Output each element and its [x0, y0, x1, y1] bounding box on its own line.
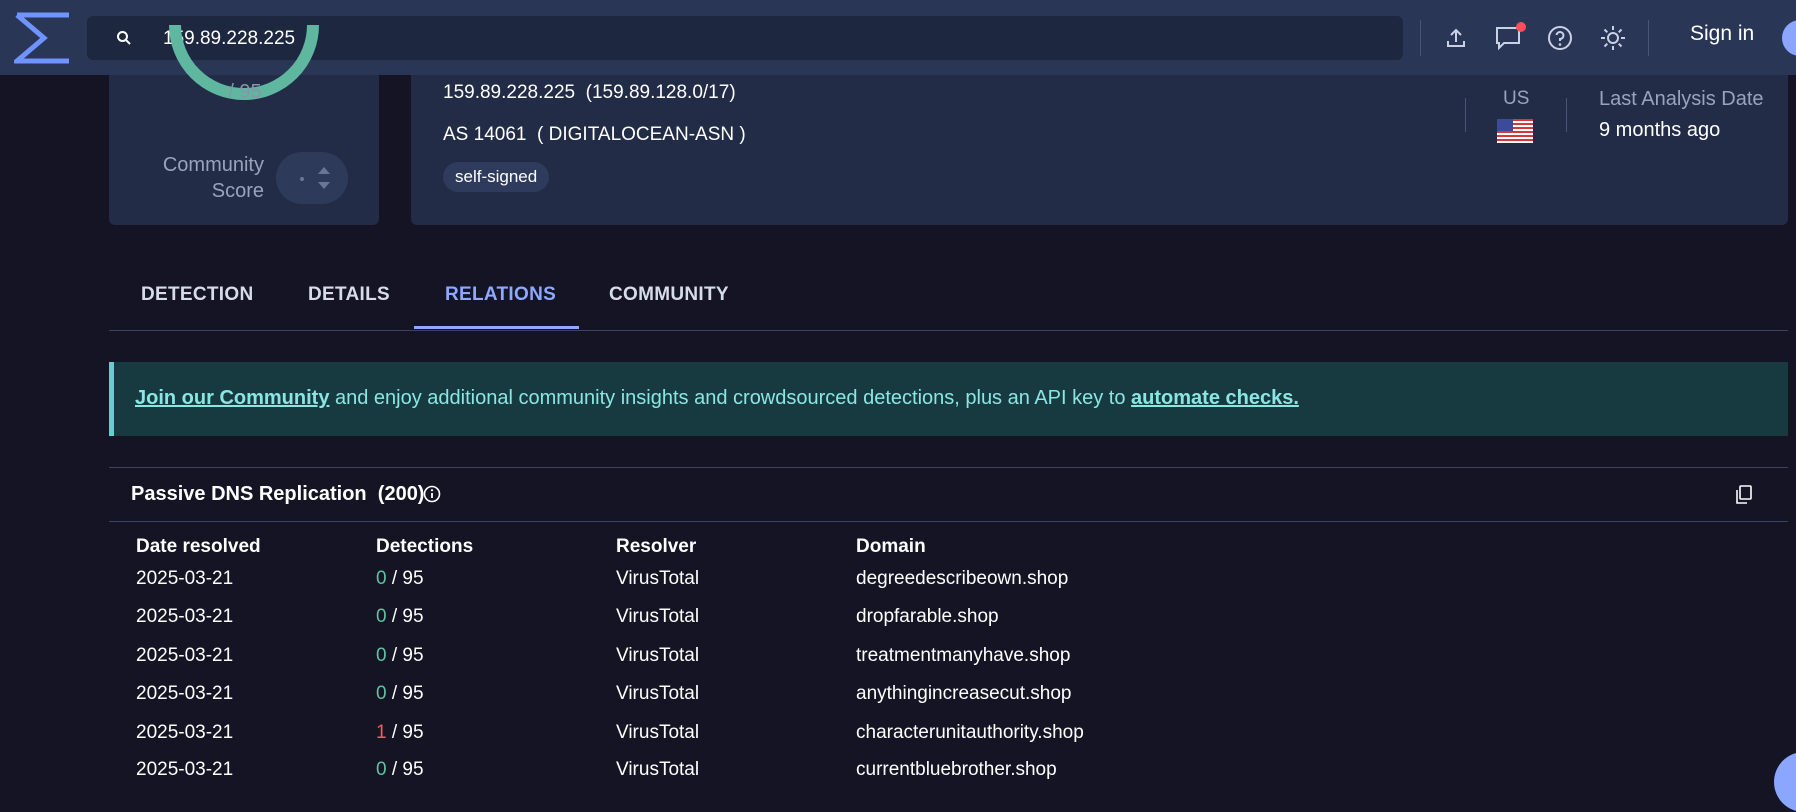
section-divider [109, 467, 1788, 468]
as-name: ( DIGITALOCEAN-ASN ) [537, 124, 746, 145]
country-code: US [1503, 88, 1530, 109]
info-icon[interactable] [423, 485, 441, 503]
theme-toggle[interactable] [1597, 20, 1629, 56]
resolver-cell: VirusTotal [616, 645, 700, 666]
automate-checks-link[interactable]: automate checks. [1131, 387, 1299, 409]
resolver-cell: VirusTotal [616, 683, 700, 704]
active-tab-indicator [414, 326, 579, 329]
banner-text: Join our Community and enjoy additional … [135, 387, 1299, 410]
ip-address-line: 159.89.228.225 (159.89.128.0/17) [443, 82, 736, 104]
ip-network[interactable]: (159.89.128.0/17) [586, 82, 736, 103]
detections-cell: 0 / 95 [376, 683, 424, 705]
passive-dns-title: Passive DNS Replication (200) [131, 483, 424, 506]
tab-bar: DETECTION DETAILS RELATIONS COMMUNITY [109, 270, 1788, 331]
column-header-resolver[interactable]: Resolver [616, 536, 696, 558]
user-avatar[interactable] [1782, 20, 1796, 56]
detection-count: 0 [376, 568, 387, 589]
detection-total: / 95 [386, 759, 424, 780]
detection-total: / 95 [386, 645, 424, 666]
tab-relations[interactable]: RELATIONS [445, 284, 556, 306]
date-cell: 2025-03-21 [136, 722, 234, 743]
score-denominator: / 95 [228, 81, 262, 103]
domain-link[interactable]: currentbluebrother.shop [856, 759, 1057, 781]
join-community-link[interactable]: Join our Community [135, 387, 329, 409]
us-flag-icon [1497, 119, 1533, 143]
passive-dns-title-text: Passive DNS Replication [131, 483, 367, 505]
info-divider [1465, 98, 1466, 132]
domain-link[interactable]: dropfarable.shop [856, 606, 999, 628]
info-divider [1566, 98, 1567, 132]
detections-cell: 1 / 95 [376, 722, 424, 744]
detection-count: 1 [376, 722, 387, 743]
community-score-label: Community Score [162, 154, 264, 202]
date-cell: 2025-03-21 [136, 645, 234, 666]
community-banner: Join our Community and enjoy additional … [109, 362, 1788, 436]
table-row: 2025-03-21 0 / 95 VirusTotal anythinginc… [0, 683, 1796, 721]
tab-detection[interactable]: DETECTION [141, 284, 253, 306]
search-input[interactable] [161, 16, 1365, 62]
domain-link[interactable]: treatmentmanyhave.shop [856, 645, 1070, 667]
toolbar-divider [1420, 20, 1421, 56]
detections-cell: 0 / 95 [376, 645, 424, 667]
table-row: 2025-03-21 0 / 95 VirusTotal dropfarable… [0, 606, 1796, 644]
tab-details[interactable]: DETAILS [308, 284, 390, 306]
as-line: AS 14061 ( DIGITALOCEAN-ASN ) [443, 124, 746, 146]
resolver-cell: VirusTotal [616, 606, 700, 627]
date-cell: 2025-03-21 [136, 568, 234, 589]
last-analysis-label: Last Analysis Date [1599, 88, 1764, 110]
column-header-detections[interactable]: Detections [376, 536, 473, 558]
date-cell: 2025-03-21 [136, 683, 234, 704]
resolver-cell: VirusTotal [616, 568, 700, 589]
last-analysis-value: 9 months ago [1599, 119, 1721, 141]
tag-self-signed[interactable]: self-signed [443, 162, 550, 192]
column-header-date[interactable]: Date resolved [136, 536, 261, 558]
column-header-domain[interactable]: Domain [856, 536, 926, 558]
detection-count: 0 [376, 759, 387, 780]
vote-dot [300, 177, 304, 181]
table-row: 2025-03-21 1 / 95 VirusTotal characterun… [0, 722, 1796, 760]
resolver-cell: VirusTotal [616, 722, 700, 743]
detections-cell: 0 / 95 [376, 759, 424, 781]
date-cell: 2025-03-21 [136, 759, 234, 780]
detection-count: 0 [376, 683, 387, 704]
detection-total: / 95 [386, 683, 424, 704]
community-vote-control[interactable] [276, 152, 348, 204]
date-cell: 2025-03-21 [136, 606, 234, 627]
notification-badge [1516, 22, 1526, 32]
tab-community[interactable]: COMMUNITY [609, 284, 729, 306]
detection-total: / 95 [386, 722, 424, 743]
help-icon [1548, 26, 1572, 50]
table-row: 2025-03-21 0 / 95 VirusTotal currentblue… [0, 759, 1796, 797]
ip-address: 159.89.228.225 [443, 82, 576, 103]
detection-total: / 95 [386, 606, 424, 627]
domain-link[interactable]: anythingincreasecut.shop [856, 683, 1071, 705]
table-row: 2025-03-21 0 / 95 VirusTotal treatmentma… [0, 645, 1796, 683]
passive-dns-count: (200) [377, 483, 425, 505]
detections-cell: 0 / 95 [376, 606, 424, 628]
resolver-cell: VirusTotal [616, 759, 700, 780]
detection-score-ring [169, 25, 319, 100]
domain-link[interactable]: characterunitauthority.shop [856, 722, 1084, 744]
upload-button[interactable] [1440, 20, 1472, 56]
help-button[interactable] [1544, 20, 1576, 56]
logo-icon[interactable] [14, 12, 72, 64]
theme-icon [1601, 26, 1625, 50]
table-row: 2025-03-21 0 / 95 VirusTotal degreedescr… [0, 568, 1796, 606]
banner-message: and enjoy additional community insights … [329, 387, 1132, 409]
detection-count: 0 [376, 645, 387, 666]
detections-cell: 0 / 95 [376, 568, 424, 590]
vote-arrows-icon[interactable] [316, 164, 332, 192]
copy-icon[interactable] [1735, 485, 1753, 505]
search-icon[interactable] [115, 29, 133, 47]
detection-count: 0 [376, 606, 387, 627]
as-number[interactable]: AS 14061 [443, 124, 526, 145]
toolbar-divider [1648, 20, 1649, 56]
detection-total: / 95 [386, 568, 424, 589]
upload-icon [1447, 28, 1465, 47]
section-divider [109, 521, 1788, 522]
sign-in-link[interactable]: Sign in [1690, 22, 1754, 46]
domain-link[interactable]: degreedescribeown.shop [856, 568, 1068, 590]
